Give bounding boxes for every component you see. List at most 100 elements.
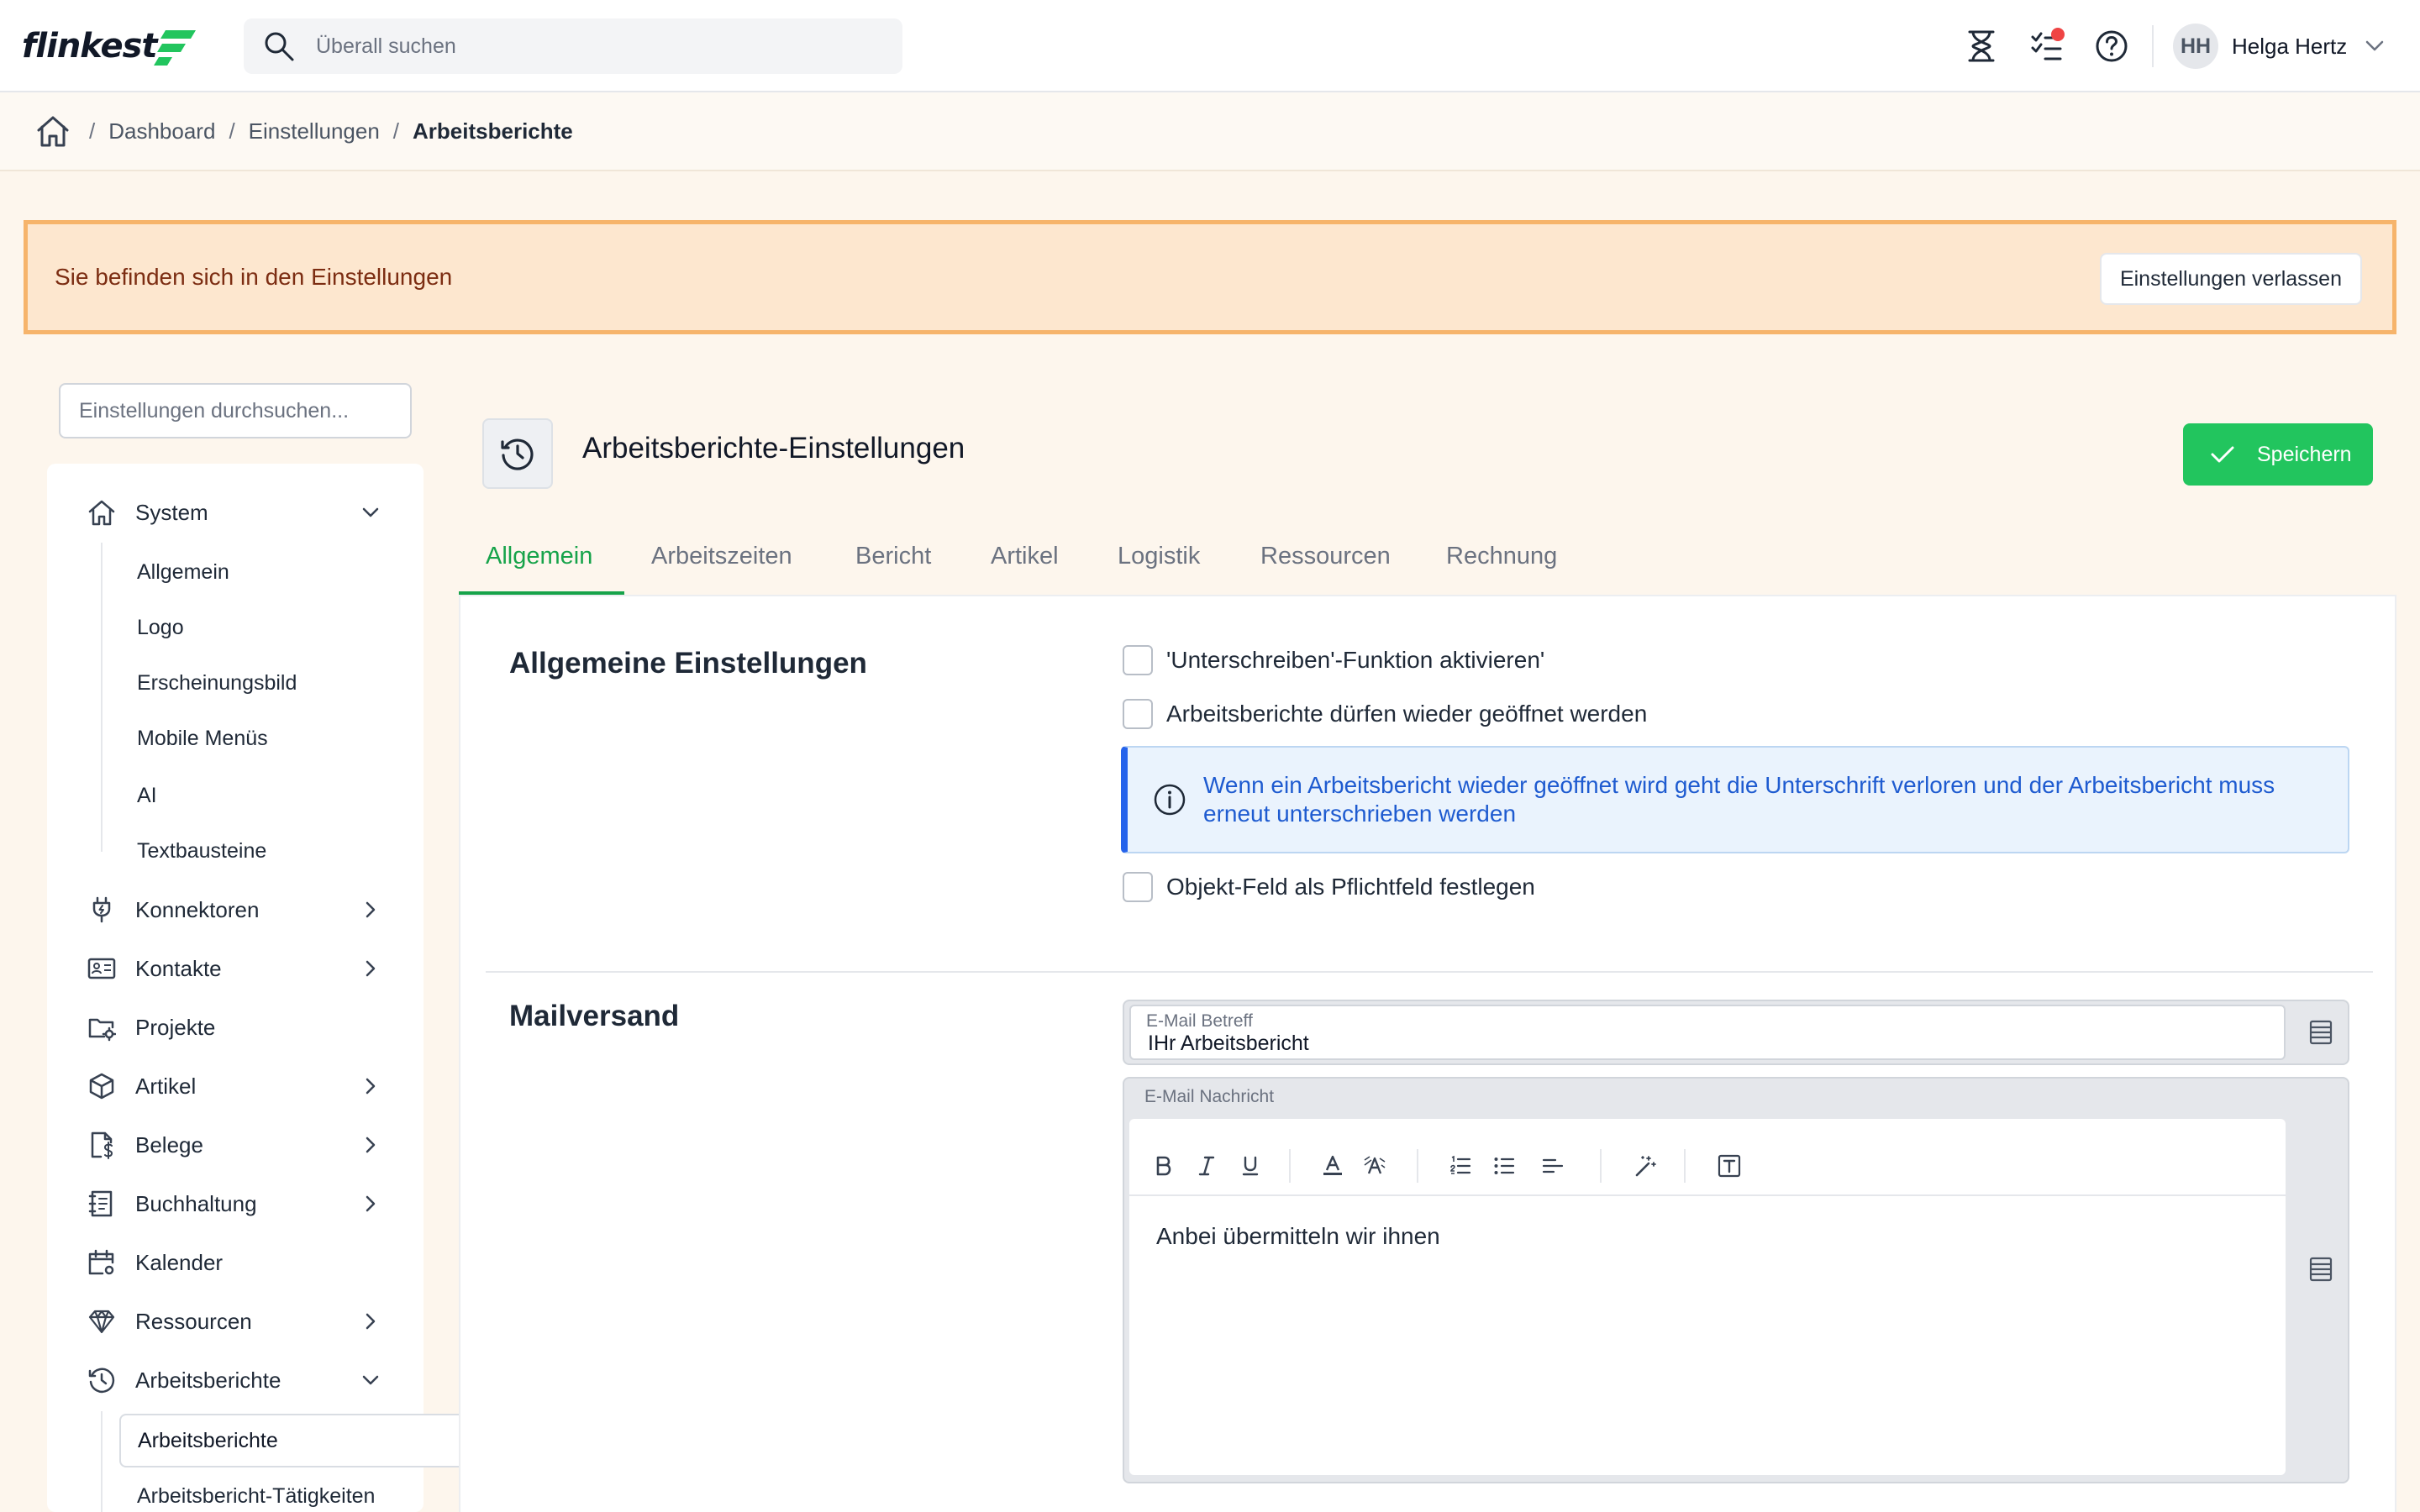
sidebar-subitem-textbausteine[interactable]: Textbausteine (137, 830, 266, 872)
tab-bericht[interactable]: Bericht (855, 543, 931, 570)
sidebar-item-label: Kalender (135, 1249, 224, 1275)
breadcrumb-separator: / (392, 118, 400, 144)
highlight-button[interactable] (1361, 1152, 1388, 1179)
submenu-guide-line (101, 1411, 103, 1512)
checkbox-reopen-reports[interactable] (1123, 699, 1153, 729)
settings-search-input[interactable] (59, 383, 412, 438)
align-left-icon (1542, 1158, 1564, 1173)
ordered-list-icon (1450, 1155, 1471, 1174)
sidebar-item-label: System (135, 499, 208, 525)
sidebar-item-arbeitsberichte[interactable]: Arbeitsberichte (47, 1357, 424, 1404)
chevron-right-icon (366, 960, 376, 977)
info-alert: Wenn ein Arbeitsbericht wieder geöffnet … (1121, 746, 2349, 853)
info-icon (1154, 784, 1186, 816)
logo[interactable]: flinkest (22, 25, 197, 67)
email-subject-input[interactable]: E-Mail Betreff IHr Arbeitsbericht (1129, 1005, 2286, 1060)
settings-content: Allgemeine Einstellungen 'Unterschreiben… (459, 595, 2396, 1512)
search-icon (265, 32, 294, 61)
sidebar-item-kalender[interactable]: Kalender (47, 1239, 424, 1286)
bullet-list-button[interactable] (1491, 1152, 1518, 1179)
diamond-icon (88, 1310, 115, 1334)
tab-artikel[interactable]: Artikel (991, 543, 1059, 570)
page-title: Arbeitsberichte-Einstellungen (582, 432, 965, 465)
sidebar-item-belege[interactable]: Belege (47, 1121, 424, 1168)
checkbox-label: Arbeitsberichte dürfen wieder geöffnet w… (1166, 701, 1648, 727)
breadcrumb-dashboard[interactable]: Dashboard (108, 118, 215, 144)
toolbar-separator (1600, 1149, 1602, 1183)
contact-card-icon (87, 958, 116, 979)
plug-icon (92, 896, 111, 923)
italic-icon (1198, 1156, 1215, 1176)
help-button[interactable] (2091, 25, 2133, 67)
sidebar-item-label: Artikel (135, 1073, 197, 1099)
email-message-label: E-Mail Nachricht (1144, 1087, 1275, 1106)
option-reopen-reports[interactable]: Arbeitsberichte dürfen wieder geöffnet w… (1123, 697, 1647, 731)
sidebar-subitem-allgemein[interactable]: Allgemein (137, 551, 229, 593)
clock-history-icon (88, 1368, 115, 1394)
timer-button[interactable] (1960, 25, 2002, 67)
align-button[interactable] (1539, 1152, 1566, 1179)
sidebar-item-kontakte[interactable]: Kontakte (47, 945, 424, 992)
submenu-guide-line (101, 543, 103, 852)
chevron-down-icon (362, 1375, 379, 1385)
text-color-button[interactable] (1319, 1152, 1346, 1179)
global-search[interactable] (244, 18, 902, 74)
ordered-list-button[interactable] (1447, 1152, 1474, 1179)
option-object-required[interactable]: Objekt-Feld als Pflichtfeld festlegen (1123, 870, 1535, 904)
sidebar-subitem-arbeitsberichte-active[interactable]: Arbeitsberichte (119, 1414, 476, 1467)
info-text: Wenn ein Arbeitsbericht wieder geöffnet … (1203, 772, 2275, 827)
user-menu[interactable]: HH Helga Hertz (2173, 24, 2384, 69)
text-blocks-icon[interactable] (2309, 1257, 2333, 1282)
top-bar-divider (2152, 25, 2154, 67)
tab-logistik[interactable]: Logistik (1118, 543, 1200, 570)
sidebar-item-label: Arbeitsberichte (135, 1367, 281, 1393)
ai-assist-button[interactable] (1632, 1152, 1659, 1179)
sidebar-subitem-mobile-menus[interactable]: Mobile Menüs (137, 717, 268, 759)
sidebar-subitem-ai[interactable]: AI (137, 774, 157, 816)
breadcrumb-settings[interactable]: Einstellungen (249, 118, 380, 144)
italic-button[interactable] (1193, 1152, 1220, 1179)
insert-text-block-button[interactable] (1716, 1152, 1743, 1179)
tab-ressourcen[interactable]: Ressourcen (1260, 543, 1391, 570)
sidebar-subitem-logo[interactable]: Logo (137, 606, 184, 648)
global-search-input[interactable] (316, 34, 854, 59)
tasks-button[interactable] (2026, 25, 2068, 67)
home-icon[interactable] (35, 113, 71, 149)
calendar-settings-icon (88, 1249, 114, 1275)
help-icon (2096, 30, 2128, 62)
sidebar-subitem-erscheinungsbild[interactable]: Erscheinungsbild (137, 662, 297, 704)
toolbar-separator (1684, 1149, 1686, 1183)
highlight-icon (1364, 1156, 1386, 1174)
chevron-right-icon (366, 1078, 376, 1095)
tab-allgemein[interactable]: Allgemein (486, 543, 592, 570)
checkbox-object-required[interactable] (1123, 872, 1153, 902)
breadcrumb-current: Arbeitsberichte (413, 118, 573, 144)
receipt-icon (91, 1131, 113, 1159)
sidebar-item-artikel[interactable]: Artikel (47, 1063, 424, 1110)
sidebar-item-buchhaltung[interactable]: Buchhaltung (47, 1180, 424, 1227)
checkbox-sign-function[interactable] (1123, 645, 1153, 675)
sidebar-item-konnektoren[interactable]: Konnektoren (47, 886, 424, 933)
sidebar-item-projekte[interactable]: Projekte (47, 1004, 424, 1051)
tab-arbeitszeiten[interactable]: Arbeitszeiten (651, 543, 792, 570)
settings-tabs: Allgemein Arbeitszeiten Bericht Artikel … (459, 529, 2396, 596)
email-subject-label: E-Mail Betreff (1146, 1011, 1253, 1031)
hourglass-icon (1968, 30, 1995, 62)
logo-mark-icon (153, 30, 196, 66)
avatar: HH (2173, 24, 2218, 69)
email-subject-field: E-Mail Betreff IHr Arbeitsbericht (1123, 1000, 2349, 1065)
sidebar-subitem-arbeitsbericht-taetigkeiten[interactable]: Arbeitsbericht-Tätigkeiten (137, 1475, 375, 1512)
tab-rechnung[interactable]: Rechnung (1446, 543, 1557, 570)
email-message-editor[interactable]: Anbei übermitteln wir ihnen (1129, 1119, 2286, 1475)
underline-button[interactable] (1237, 1152, 1264, 1179)
chevron-down-icon (362, 507, 379, 517)
section-title-general: Allgemeine Einstellungen (509, 647, 867, 680)
save-button[interactable]: Speichern (2183, 423, 2373, 486)
option-sign-function[interactable]: 'Unterschreiben'-Funktion aktivieren' (1123, 643, 1544, 677)
leave-settings-button[interactable]: Einstellungen verlassen (2099, 253, 2362, 305)
sidebar-item-system[interactable]: System (47, 489, 424, 536)
sidebar-item-label: Buchhaltung (135, 1190, 257, 1216)
sidebar-item-ressourcen[interactable]: Ressourcen (47, 1298, 424, 1345)
text-blocks-icon[interactable] (2309, 1020, 2333, 1045)
bold-button[interactable] (1150, 1152, 1176, 1179)
